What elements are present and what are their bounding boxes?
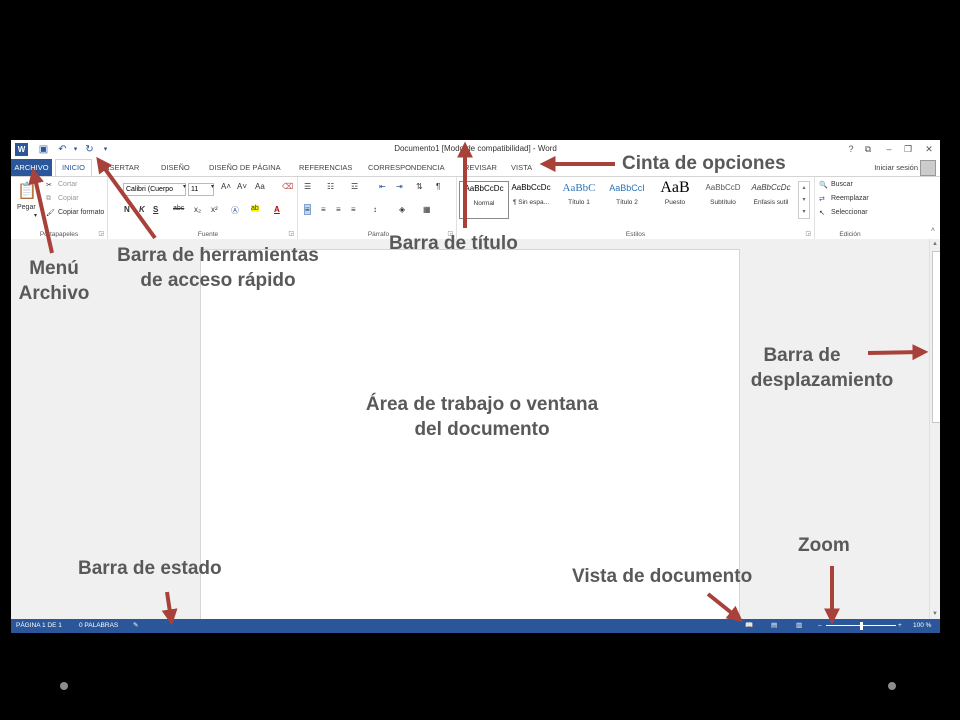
slide-dot-right	[888, 682, 896, 690]
arrow-qat	[96, 156, 157, 240]
annotation-arrows	[28, 141, 929, 626]
arrow-file-menu	[28, 167, 54, 254]
arrow-scrollbar	[867, 344, 929, 361]
arrow-statusbar	[161, 591, 178, 626]
arrow-views	[706, 592, 743, 622]
slide-dot-left	[60, 682, 68, 690]
